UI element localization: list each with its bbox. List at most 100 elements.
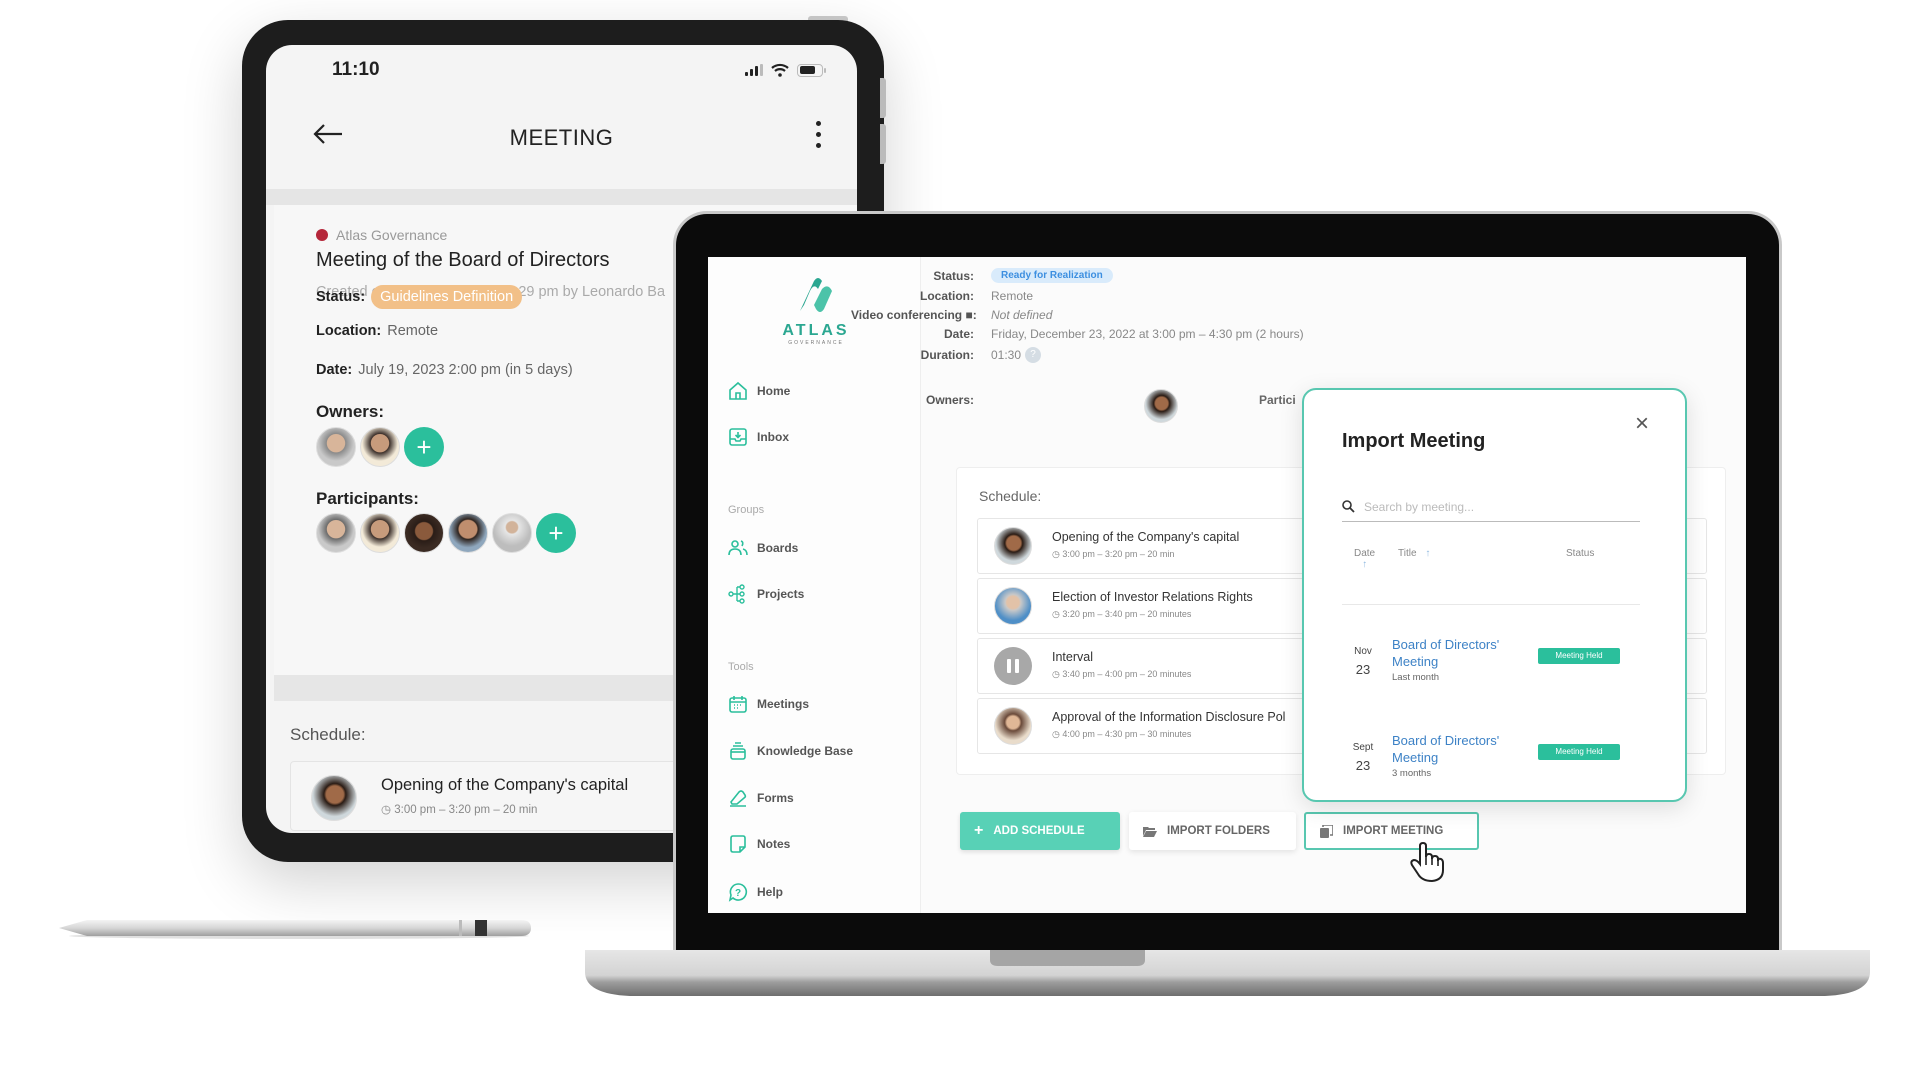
add-owner-button[interactable]: + [404, 427, 444, 467]
column-title[interactable]: Title ↑ [1398, 548, 1430, 559]
date-label: Date: [316, 362, 353, 378]
status-row: Status: Guidelines Definition [316, 285, 523, 309]
sidebar-item-label: Knowledge Base [757, 744, 854, 758]
page-title: MEETING [509, 125, 614, 150]
organization-dot-icon [316, 229, 328, 241]
video-value: Not defined [991, 308, 1053, 322]
hand-pointer-cursor-icon [1410, 842, 1444, 882]
avatar[interactable] [1144, 389, 1178, 423]
detail-video: Video conferencing ■: Not defined [851, 308, 1052, 322]
column-status[interactable]: Status [1566, 548, 1594, 559]
date-value: Friday, December 23, 2022 at 3:00 pm – 4… [991, 327, 1304, 341]
avatar[interactable] [404, 513, 444, 553]
archive-icon [730, 742, 746, 760]
schedule-item-title: Election of Investor Relations Rights [1052, 590, 1253, 604]
signal-icon [745, 64, 763, 76]
sidebar-item-help[interactable]: ? Help [728, 882, 783, 902]
sort-arrow-icon: ↑ [1362, 559, 1368, 570]
participants-list: + [316, 513, 576, 553]
help-icon[interactable]: ? [1025, 347, 1042, 363]
sidebar-item-label: Boards [757, 541, 799, 555]
eraser-icon [730, 790, 747, 807]
add-schedule-button[interactable]: + ADD SCHEDULE [960, 812, 1120, 850]
battery-icon [797, 63, 826, 77]
table-row[interactable]: Sept 23 Board of Directors' Meeting 3 mo… [1342, 732, 1640, 802]
inbox-icon [729, 428, 747, 446]
search-input[interactable]: Search by meeting... [1342, 492, 1640, 522]
sidebar-item-meetings[interactable]: Meetings [728, 694, 809, 714]
add-participant-button[interactable]: + [536, 513, 576, 553]
import-folders-button[interactable]: IMPORT FOLDERS [1129, 812, 1296, 850]
status-bar-time: 11:10 [332, 59, 380, 80]
atlas-logo[interactable]: ATLAS GOVERNANCE [776, 275, 856, 346]
more-vertical-icon[interactable] [816, 121, 821, 148]
sidebar-item-home[interactable]: Home [728, 381, 790, 401]
modal-title: Import Meeting [1342, 430, 1486, 452]
tablet-volume-down [880, 124, 886, 164]
schedule-label: Schedule: [290, 725, 366, 744]
location-value: Remote [387, 323, 439, 339]
sidebar-item-label: Meetings [757, 697, 810, 711]
organization-name: Atlas Governance [336, 227, 448, 243]
sidebar-item-forms[interactable]: Forms [728, 788, 794, 808]
row-title-link[interactable]: Board of Directors' Meeting [1392, 636, 1522, 670]
avatar[interactable] [316, 513, 356, 553]
row-ago: 3 months [1392, 768, 1432, 779]
row-title-link[interactable]: Board of Directors' Meeting [1392, 732, 1522, 766]
avatar[interactable] [316, 427, 356, 467]
avatar [994, 707, 1032, 745]
search-placeholder: Search by meeting... [1364, 499, 1475, 514]
avatar [994, 527, 1032, 565]
video-label: Video conferencing ■: [851, 308, 977, 322]
schedule-item-time: ◷ 3:00 pm – 3:20 pm – 20 min [1052, 549, 1175, 559]
row-month: Sept [1352, 742, 1374, 753]
sidebar-item-label: Help [757, 885, 784, 899]
schedule-label: Schedule: [979, 488, 1042, 504]
schedule-item-title: Interval [1052, 650, 1093, 664]
avatar[interactable] [448, 513, 488, 553]
close-icon[interactable]: × [1635, 412, 1649, 436]
date-row: Date: July 19, 2023 2:00 pm (in 5 days) [316, 362, 573, 378]
organization: Atlas Governance [316, 227, 447, 243]
clock-icon: ◷ [1052, 549, 1063, 559]
table-row[interactable]: Nov 23 Board of Directors' Meeting Last … [1342, 636, 1640, 706]
avatar[interactable] [492, 513, 532, 553]
location-label: Location: [920, 289, 974, 303]
arrow-left-icon[interactable] [312, 123, 344, 145]
plus-icon: + [974, 822, 984, 839]
sidebar-item-label: Projects [757, 587, 805, 601]
schedule-item-time: ◷ 3:00 pm – 3:20 pm – 20 min [381, 804, 538, 816]
sidebar-item-knowledge-base[interactable]: Knowledge Base [728, 741, 853, 761]
sidebar-item-notes[interactable]: Notes [728, 834, 790, 854]
schedule-item-title: Opening of the Company's capital [1052, 530, 1240, 544]
detail-duration: Duration: 01:30 ? [851, 347, 1042, 363]
location-value: Remote [991, 289, 1034, 303]
sort-arrow-icon: ↑ [1425, 548, 1431, 559]
schedule-item-time: ◷ 4:00 pm – 4:30 pm – 30 minutes [1052, 729, 1192, 739]
wifi-icon [771, 63, 789, 77]
sidebar-tools-label: Tools [728, 661, 754, 673]
sidebar-item-boards[interactable]: Boards [728, 538, 798, 558]
logo-icon [800, 278, 832, 312]
svg-text:?: ? [735, 888, 741, 899]
location-label: Location: [316, 323, 382, 339]
folder-open-icon [1143, 826, 1157, 837]
row-day: 23 [1355, 758, 1371, 773]
clock-icon: ◷ [1052, 729, 1063, 739]
calendar-icon [729, 696, 747, 713]
avatar[interactable] [360, 427, 400, 467]
sidebar-item-label: Notes [757, 837, 791, 851]
detail-date: Date: Friday, December 23, 2022 at 3:00 … [851, 327, 1304, 341]
clock-icon: ◷ [1052, 669, 1063, 679]
search-icon [1342, 500, 1355, 513]
schedule-item-time: ◷ 3:40 pm – 4:00 pm – 20 minutes [1052, 669, 1192, 679]
laptop-screen: ATLAS GOVERNANCE Home Inbox Groups Board… [708, 257, 1746, 913]
import-meeting-button[interactable]: IMPORT MEETING [1304, 812, 1479, 850]
avatar[interactable] [360, 513, 400, 553]
column-date[interactable]: Date ↑ [1354, 548, 1375, 570]
sidebar-item-projects[interactable]: Projects [728, 584, 804, 604]
owners-list: + [316, 427, 444, 467]
sidebar-item-inbox[interactable]: Inbox [728, 427, 789, 447]
status-badge: Meeting Held [1538, 648, 1620, 664]
clock-icon: ◷ [381, 804, 395, 816]
